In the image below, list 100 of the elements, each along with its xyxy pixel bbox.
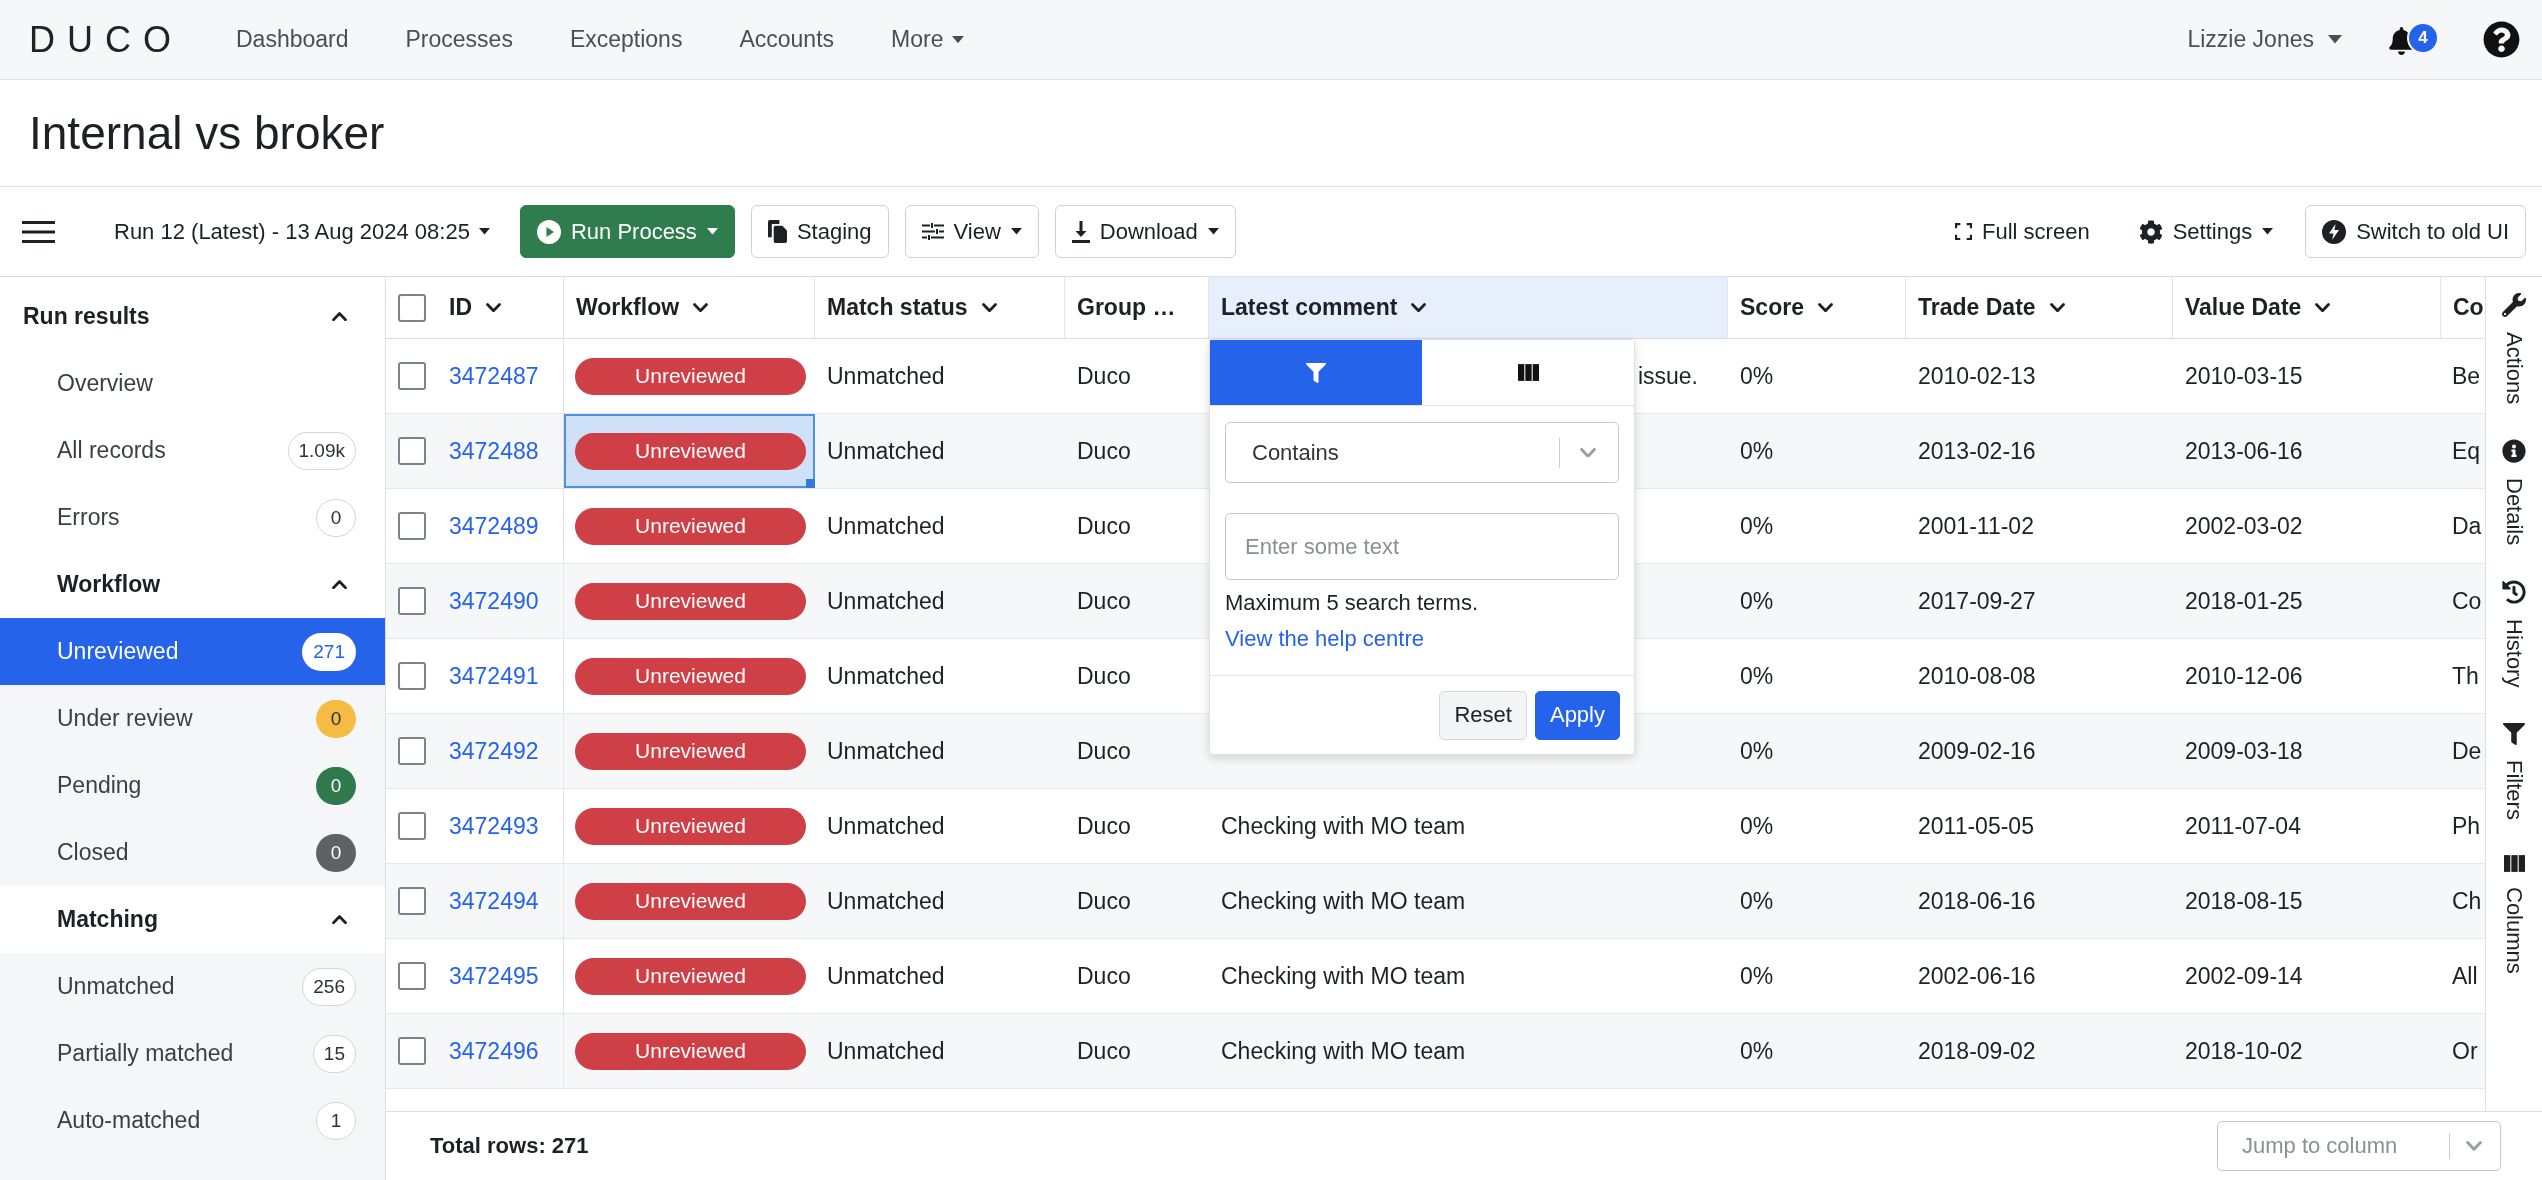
selection-handle[interactable] [806, 479, 815, 488]
settings-button[interactable]: Settings [2121, 205, 2291, 258]
nav-link[interactable]: Accounts [739, 26, 835, 53]
section-header[interactable]: Run results [0, 277, 385, 350]
chevron-down-icon [1411, 302, 1427, 313]
filter-icon [2503, 722, 2525, 745]
row-checkbox[interactable] [398, 662, 426, 690]
row-checkbox[interactable] [398, 887, 426, 915]
caret-icon [478, 228, 490, 235]
row-checkbox[interactable] [398, 362, 426, 390]
table-cell-text: 2018-08-15 [2184, 886, 2304, 916]
count-badge: 0 [316, 766, 356, 805]
table-cell-text: 2018-09-02 [1917, 1036, 2037, 1066]
record-link[interactable]: 3472496 [449, 1037, 539, 1065]
row-checkbox[interactable] [398, 737, 426, 765]
table-cell-text: 2011-05-05 [1917, 811, 2035, 841]
side-panel-tab[interactable]: History [2501, 580, 2527, 688]
chevron-up-icon [332, 914, 347, 925]
sidebar-item[interactable]: Unreviewed 271 [0, 618, 385, 685]
download-button[interactable]: Download [1054, 205, 1236, 258]
menu-icon[interactable] [22, 220, 55, 243]
hint-text: Maximum 5 search terms. [1225, 589, 1480, 617]
full-screen-button[interactable]: Full screen [1938, 205, 2107, 258]
record-link[interactable]: 3472494 [449, 887, 539, 915]
record-link[interactable]: 3472488 [449, 437, 539, 465]
caret-icon [952, 35, 965, 44]
table-cell-text: Or [2451, 1036, 2479, 1066]
columns-icon [1517, 364, 1539, 381]
table-cell-text: Duco [1076, 1036, 1132, 1066]
section-header[interactable]: Matching [0, 886, 385, 953]
row-checkbox[interactable] [398, 437, 426, 465]
record-link[interactable]: 3472493 [449, 812, 539, 840]
user-menu[interactable]: Lizzie Jones [2187, 26, 2342, 53]
selected-cell[interactable]: Unreviewed [564, 414, 815, 488]
nav-link[interactable]: Dashboard [236, 26, 349, 53]
table-cell-text: Unmatched [826, 511, 946, 541]
table-cell-text: 2010-12-06 [2184, 661, 2304, 691]
play-icon [536, 219, 561, 244]
nav-link[interactable]: Exceptions [569, 26, 683, 53]
table-cell-text: Unmatched [826, 1036, 946, 1066]
row-checkbox[interactable] [398, 1037, 426, 1065]
table-cell-text: 2002-09-14 [2184, 961, 2304, 991]
row-checkbox[interactable] [398, 587, 426, 615]
view-button[interactable]: View [904, 205, 1039, 258]
sidebar-item[interactable]: All records 1.09k [0, 417, 385, 484]
count-badge: 0 [316, 498, 356, 537]
nav-link[interactable]: More [891, 26, 965, 53]
caret-icon [1207, 228, 1219, 235]
menu-tab[interactable] [1422, 340, 1634, 405]
run-process-button[interactable]: Run Process [519, 205, 735, 258]
help-link[interactable]: View the help centre [1225, 625, 1424, 653]
side-panel-tab[interactable]: Filters [2501, 722, 2527, 820]
row-checkbox[interactable] [398, 512, 426, 540]
caret-icon [1010, 228, 1022, 235]
row-checkbox[interactable] [398, 962, 426, 990]
record-link[interactable]: 3472492 [449, 737, 539, 765]
row-checkbox[interactable] [398, 812, 426, 840]
record-link[interactable]: 3472490 [449, 587, 539, 615]
table-cell-text: Duco [1076, 811, 1132, 841]
reset-button[interactable]: Reset [1439, 690, 1527, 740]
table-cell-text: 0% [1739, 961, 1775, 991]
table-cell-text: Unmatched [826, 586, 946, 616]
caret-icon [2262, 228, 2274, 235]
table-cell-text: 2018-01-25 [2184, 586, 2304, 616]
table-cell: issue. [1637, 362, 1698, 390]
switch-ui-button[interactable]: Switch to old UI [2305, 205, 2526, 258]
chevron-down-icon [1817, 302, 1833, 313]
apply-button[interactable]: Apply [1534, 690, 1620, 740]
column-header[interactable]: Latest comment [1209, 277, 1728, 338]
run-selector[interactable]: Run 12 (Latest) - 13 Aug 2024 08:25 [114, 218, 490, 245]
help-icon[interactable] [2483, 21, 2520, 58]
sidebar-item[interactable]: Overview [0, 350, 385, 417]
sliders-icon [921, 223, 944, 240]
record-link[interactable]: 3472491 [449, 662, 539, 690]
status-badge: Unreviewed [575, 582, 806, 620]
filter-input[interactable]: Enter some text [1225, 513, 1619, 580]
table-cell-text: 0% [1739, 436, 1775, 466]
nav-link[interactable]: Processes [405, 26, 513, 53]
section-header[interactable]: Workflow [0, 551, 385, 618]
operator-select[interactable]: Contains [1225, 422, 1619, 483]
table-cell-text: De [2451, 736, 2483, 766]
record-link[interactable]: 3472495 [449, 962, 539, 990]
record-link[interactable]: 3472487 [449, 362, 539, 390]
side-panel-tab[interactable]: Details [2501, 439, 2527, 546]
table-cell-text: Checking with MO team [1220, 811, 1467, 841]
chevron-down-icon [2315, 302, 2331, 313]
record-link[interactable]: 3472489 [449, 512, 539, 540]
filter-icon [1306, 362, 1326, 383]
staging-button[interactable]: Staging [750, 205, 889, 258]
table-cell-text: Da [2451, 511, 2483, 541]
logo[interactable]: DUCO [29, 21, 183, 58]
table-cell-text: Unmatched [826, 436, 946, 466]
select-all-checkbox[interactable] [398, 293, 426, 322]
table-cell-text: 0% [1739, 586, 1775, 616]
side-panel-tab[interactable]: Actions [2501, 293, 2527, 405]
table-cell-text: 2018-06-16 [1917, 886, 2037, 916]
table-cell-text: Unmatched [826, 886, 946, 916]
status-badge: Unreviewed [575, 657, 806, 695]
side-panel-tab[interactable]: Columns [2501, 854, 2527, 974]
sidebar-item[interactable]: Errors 0 [0, 484, 385, 551]
